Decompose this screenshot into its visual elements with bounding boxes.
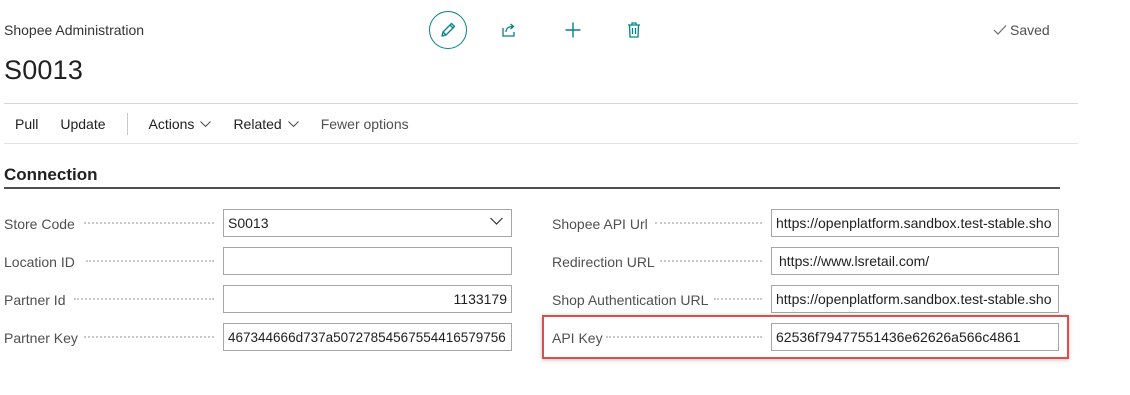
page-title: S0013 — [4, 55, 84, 85]
section-title[interactable]: Connection — [4, 165, 98, 185]
related-menu[interactable]: Related — [222, 104, 309, 144]
plus-icon — [565, 22, 581, 38]
pull-button[interactable]: Pull — [4, 104, 49, 144]
highlight-box — [542, 315, 1069, 359]
action-bar: Pull Update Actions Related Fewer option… — [4, 104, 1078, 144]
store-code-dropdown[interactable]: S0013 — [223, 209, 512, 237]
partner-key-label: Partner Key — [4, 330, 78, 346]
redirection-url-label: Redirection URL — [552, 254, 655, 270]
divider — [4, 143, 1078, 144]
shop-auth-url-label: Shop Authentication URL — [552, 292, 709, 308]
actions-label: Actions — [148, 116, 195, 132]
edit-button[interactable] — [429, 11, 467, 49]
trash-icon — [628, 22, 640, 38]
section-underline — [4, 187, 1060, 189]
label-leader — [655, 222, 762, 224]
actions-menu[interactable]: Actions — [138, 104, 223, 144]
shopee-api-url-label: Shopee API Url — [552, 216, 648, 232]
label-leader — [84, 336, 214, 338]
label-leader — [86, 260, 214, 262]
fewer-options-button[interactable]: Fewer options — [310, 104, 420, 144]
label-leader — [714, 298, 762, 300]
shop-auth-url-field[interactable]: https://openplatform.sandbox.test-stable… — [771, 285, 1059, 313]
partner-key-field[interactable]: 467344666d737a5072785456755441657975​6 — [223, 323, 512, 351]
add-button[interactable] — [561, 18, 585, 42]
toolbar-separator — [126, 113, 128, 135]
label-leader — [74, 298, 214, 300]
store-code-label: Store Code — [4, 216, 75, 232]
delete-button[interactable] — [622, 18, 646, 42]
label-leader — [660, 260, 762, 262]
chevron-down-icon — [490, 217, 503, 225]
share-button[interactable] — [497, 18, 521, 42]
chevron-down-icon — [200, 120, 212, 127]
saved-status: Saved — [993, 22, 1050, 38]
page-subtitle: Shopee Administration — [4, 22, 145, 38]
label-leader — [84, 222, 214, 224]
share-icon — [502, 23, 515, 37]
shopee-api-url-field[interactable]: https://openplatform.sandbox.test-stable… — [771, 209, 1059, 237]
chevron-down-icon — [287, 120, 299, 127]
location-id-label: Location ID — [4, 254, 75, 270]
checkmark-icon — [993, 25, 1007, 35]
related-label: Related — [233, 116, 282, 132]
saved-label: Saved — [1010, 22, 1050, 38]
update-button[interactable]: Update — [49, 104, 116, 144]
pencil-icon — [441, 22, 456, 37]
partner-id-field[interactable]: 1133179 — [223, 285, 512, 313]
redirection-url-field[interactable]: https://www.lsretail.com/ — [771, 247, 1059, 275]
location-id-field[interactable] — [223, 247, 512, 275]
store-code-value: S0013 — [228, 215, 269, 231]
partner-id-label: Partner Id — [4, 292, 66, 308]
